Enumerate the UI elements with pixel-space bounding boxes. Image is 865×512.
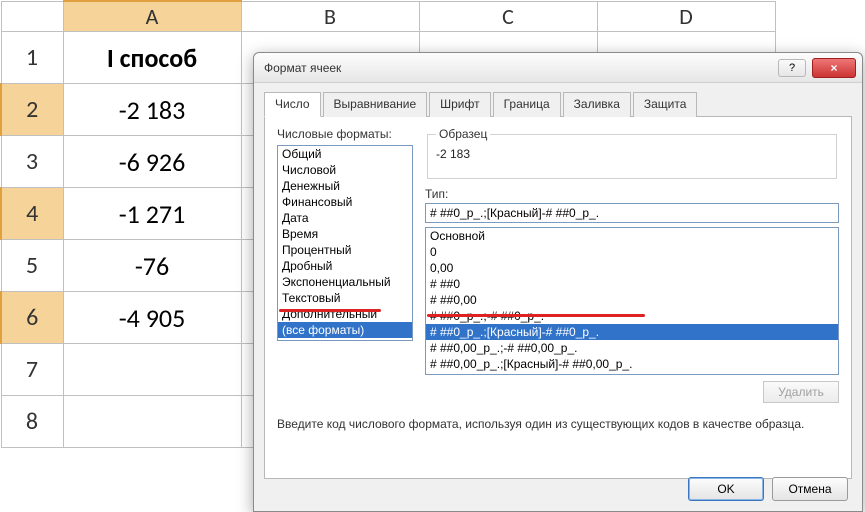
hint-text: Введите код числового формата, используя… — [277, 417, 839, 431]
row-header-6[interactable]: 6 — [1, 292, 63, 344]
type-item[interactable]: 0,00 — [426, 260, 838, 276]
cell-A2[interactable]: -2 183 — [63, 84, 241, 136]
type-item[interactable]: # ##0 — [426, 276, 838, 292]
col-header-C[interactable]: C — [419, 1, 597, 32]
category-item[interactable]: Процентный — [278, 242, 412, 258]
help-button[interactable]: ? — [778, 59, 806, 77]
col-header-D[interactable]: D — [597, 1, 775, 32]
delete-button[interactable]: Удалить — [763, 381, 839, 403]
row-header-5[interactable]: 5 — [1, 240, 63, 292]
close-button[interactable]: × — [812, 58, 856, 78]
dialog-title: Формат ячеек — [264, 61, 774, 75]
type-item[interactable]: # ##0,00 — [426, 292, 838, 308]
dialog-titlebar[interactable]: Формат ячеек ? × — [254, 53, 862, 83]
category-item[interactable]: Дата — [278, 210, 412, 226]
col-header-B[interactable]: B — [241, 1, 419, 32]
format-cells-dialog: Формат ячеек ? × Число Выравнивание Шриф… — [253, 52, 863, 512]
tab-number[interactable]: Число — [264, 92, 321, 117]
cell-A6[interactable]: -4 905 — [63, 292, 241, 344]
type-item-selected[interactable]: # ##0_р_.;[Красный]-# ##0_р_. — [426, 324, 838, 340]
tab-protection[interactable]: Защита — [633, 92, 698, 117]
number-panel: Числовые форматы: Общий Числовой Денежны… — [264, 117, 852, 479]
type-input[interactable] — [425, 203, 839, 223]
annotation-underline-icon — [427, 314, 645, 317]
cell-A1[interactable]: I способ — [63, 32, 241, 84]
category-item[interactable]: Время — [278, 226, 412, 242]
cell-A3[interactable]: -6 926 — [63, 136, 241, 188]
sample-value: -2 183 — [436, 147, 828, 161]
row-header-8[interactable]: 8 — [1, 396, 63, 448]
sample-group: Образец -2 183 — [427, 127, 837, 179]
category-item[interactable]: Числовой — [278, 162, 412, 178]
category-item[interactable]: Общий — [278, 146, 412, 162]
dialog-tabs: Число Выравнивание Шрифт Граница Заливка… — [264, 91, 852, 117]
category-item[interactable]: Денежный — [278, 178, 412, 194]
type-item[interactable]: 0 — [426, 244, 838, 260]
col-header-A[interactable]: A — [63, 1, 241, 32]
type-label: Тип: — [425, 187, 448, 201]
category-item[interactable]: Финансовый — [278, 194, 412, 210]
category-item[interactable]: Дробный — [278, 258, 412, 274]
type-item[interactable]: # ##0р.;-# ##0р. — [426, 372, 838, 375]
tab-fill[interactable]: Заливка — [563, 92, 631, 117]
category-item[interactable]: Текстовый — [278, 290, 412, 306]
row-header-7[interactable]: 7 — [1, 344, 63, 396]
row-header-2[interactable]: 2 — [1, 84, 63, 136]
category-item-selected[interactable]: (все форматы) — [278, 322, 412, 338]
type-item[interactable]: Основной — [426, 228, 838, 244]
categories-label: Числовые форматы: — [277, 127, 392, 141]
type-item[interactable]: # ##0,00_р_.;[Красный]-# ##0,00_р_. — [426, 356, 838, 372]
ok-button[interactable]: OK — [688, 477, 764, 501]
annotation-underline-icon — [279, 309, 381, 312]
cancel-button[interactable]: Отмена — [772, 477, 848, 501]
type-item[interactable]: # ##0,00_р_.;-# ##0,00_р_. — [426, 340, 838, 356]
tab-alignment[interactable]: Выравнивание — [323, 92, 428, 117]
help-icon: ? — [789, 62, 795, 74]
cell-A8[interactable] — [63, 396, 241, 448]
tab-border[interactable]: Граница — [493, 92, 561, 117]
close-icon: × — [830, 61, 837, 75]
tab-font[interactable]: Шрифт — [429, 92, 490, 117]
types-list[interactable]: Основной 0 0,00 # ##0 # ##0,00 # ##0_р_.… — [425, 227, 839, 375]
cell-A7[interactable] — [63, 344, 241, 396]
row-header-1[interactable]: 1 — [1, 32, 63, 84]
select-all-corner[interactable] — [1, 1, 63, 32]
dialog-buttons: OK Отмена — [688, 477, 848, 501]
row-header-4[interactable]: 4 — [1, 188, 63, 240]
sample-label: Образец — [436, 127, 490, 141]
category-item[interactable]: Экспоненциальный — [278, 274, 412, 290]
cell-A5[interactable]: -76 — [63, 240, 241, 292]
cell-A4[interactable]: -1 271 — [63, 188, 241, 240]
row-header-3[interactable]: 3 — [1, 136, 63, 188]
